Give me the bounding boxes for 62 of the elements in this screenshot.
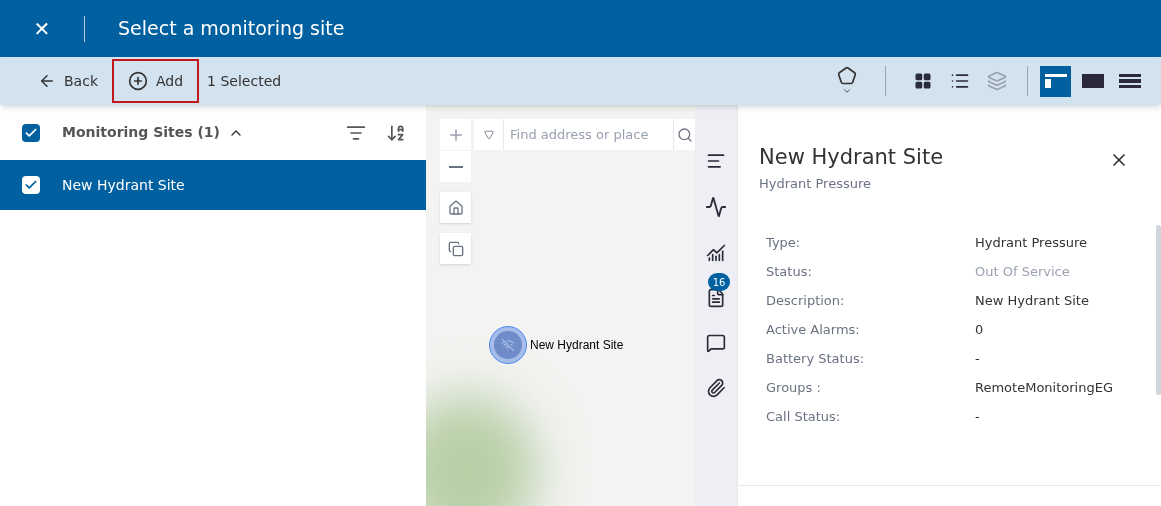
- trend-tab[interactable]: [705, 196, 727, 218]
- window-title: Select a monitoring site: [118, 16, 345, 42]
- count-badge: 16: [708, 273, 730, 291]
- back-button[interactable]: Back: [38, 70, 98, 92]
- search-icon: [676, 126, 693, 143]
- list-item-label: New Hydrant Site: [62, 175, 185, 195]
- comments-tab[interactable]: [706, 333, 726, 353]
- field-value: -: [975, 408, 980, 427]
- caret-icon: [483, 129, 494, 140]
- field-value: 0: [975, 321, 984, 340]
- chart-tab[interactable]: [706, 243, 726, 263]
- chart-icon: [706, 243, 726, 263]
- plus-circle-icon: [128, 71, 148, 91]
- search-field[interactable]: Find address or place: [503, 119, 673, 150]
- field-label: Status:: [766, 263, 813, 282]
- detail-title: New Hydrant Site: [759, 144, 945, 171]
- checkbox[interactable]: [22, 123, 40, 142]
- field-value: -: [975, 350, 980, 369]
- minus-icon: [448, 165, 463, 168]
- attachments-tab[interactable]: [706, 378, 726, 398]
- list-item[interactable]: New Hydrant Site: [0, 160, 426, 210]
- layers-icon: [986, 71, 1007, 91]
- detail-subtitle: Hydrant Pressure: [759, 174, 872, 193]
- field-value: RemoteMonitoringEG: [975, 379, 1113, 398]
- stacked-squares-icon: [447, 240, 464, 257]
- split-layout-icon: [1044, 74, 1067, 88]
- field-label: Description:: [766, 292, 846, 311]
- text-lines-icon: [706, 151, 726, 171]
- close-button[interactable]: ✕: [0, 0, 84, 57]
- pentagon-icon: [837, 66, 857, 86]
- field-label: Battery Status:: [766, 350, 866, 369]
- site-marker-icon[interactable]: [489, 326, 527, 364]
- notes-tab[interactable]: [706, 288, 726, 308]
- list-icon: [949, 71, 970, 91]
- paperclip-icon: [706, 378, 726, 398]
- list-group-header[interactable]: Monitoring Sites (1): [62, 122, 220, 143]
- field-label: Active Alarms:: [766, 321, 861, 340]
- field-value: New Hydrant Site: [975, 292, 1089, 311]
- basemap-button[interactable]: [440, 233, 471, 264]
- check-icon: [24, 178, 38, 192]
- add-button[interactable]: Add: [112, 59, 200, 103]
- field-value: Out Of Service: [975, 263, 1070, 282]
- line-graph-icon: [705, 196, 727, 218]
- comment-icon: [706, 333, 726, 353]
- field-label: Type:: [766, 234, 802, 253]
- details-tab[interactable]: [706, 151, 726, 171]
- field-value: Hydrant Pressure: [975, 234, 1087, 253]
- split-layout-button[interactable]: [1040, 65, 1071, 97]
- grid-icon: [913, 72, 932, 90]
- field-label: Call Status:: [766, 408, 842, 427]
- home-icon: [447, 199, 464, 216]
- zoom-out-button[interactable]: [440, 151, 471, 182]
- selection-count: 1 Selected: [207, 71, 282, 91]
- caret-icon: [842, 86, 852, 96]
- field-label: Groups :: [766, 379, 822, 398]
- document-icon: [706, 288, 726, 308]
- marker-label: New Hydrant Site: [530, 337, 624, 354]
- home-button[interactable]: [440, 192, 471, 223]
- search-button[interactable]: [673, 119, 695, 150]
- checkbox[interactable]: [22, 176, 40, 194]
- full-layout-icon: [1081, 74, 1104, 88]
- rows-layout-icon: [1118, 74, 1141, 88]
